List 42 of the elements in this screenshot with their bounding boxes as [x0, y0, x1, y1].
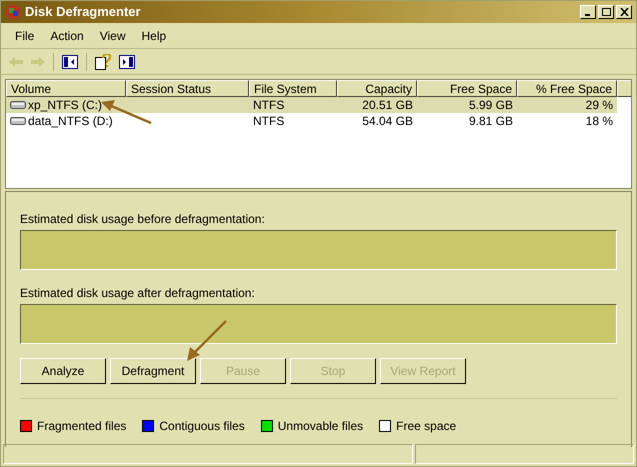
menu-item[interactable]: Help [136, 26, 172, 44]
column-header[interactable]: Volume [6, 80, 126, 97]
maximize-button[interactable] [598, 5, 614, 19]
legend-label: Contiguous files [159, 418, 245, 435]
menu-item[interactable]: File [9, 26, 40, 44]
column-header[interactable]: Session Status [126, 80, 249, 97]
drive-icon [10, 116, 26, 126]
table-cell-text: NTFS [253, 113, 284, 130]
action-button[interactable]: Analyze [20, 358, 106, 384]
column-header[interactable]: Capacity [337, 80, 417, 97]
minimize-button[interactable] [580, 5, 596, 19]
table-cell-text: 18 % [586, 113, 613, 130]
legend-label: Free space [396, 418, 456, 435]
column-header[interactable]: Free Space [417, 80, 517, 97]
column-header[interactable]: % Free Space [517, 80, 617, 97]
action-pane-icon[interactable] [119, 54, 135, 68]
legend-label: Unmovable files [278, 418, 364, 435]
help-icon[interactable] [95, 54, 111, 70]
volume-row[interactable]: xp_NTFS (C:) NTFS 20.51 GB 5.99 GB 29 % [6, 97, 617, 113]
table-cell-text: xp_NTFS (C:) [28, 97, 102, 114]
close-icon [620, 8, 628, 16]
table-cell-text: 54.04 GB [362, 113, 413, 130]
table-cell-text: NTFS [253, 97, 284, 114]
table-cell-text: 5.99 GB [468, 97, 513, 114]
table-cell-text: 29 % [586, 97, 613, 114]
table-cell-text: 20.51 GB [362, 97, 413, 114]
usage-label: Estimated disk usage before defragmentation: [20, 211, 266, 228]
close-button[interactable] [616, 5, 632, 19]
menu-item[interactable]: Action [44, 26, 90, 44]
table-cell-text: data_NTFS (D:) [28, 113, 113, 130]
app-icon [5, 4, 21, 20]
column-header[interactable]: File System [249, 80, 337, 97]
maximize-icon [602, 8, 610, 16]
console-tree-icon[interactable] [62, 54, 78, 68]
annotation-arrow [187, 320, 227, 361]
action-button[interactable]: Defragment [110, 358, 196, 384]
window-title: Disk Defragmenter [25, 3, 141, 22]
drive-icon [10, 100, 26, 110]
menu-item[interactable]: View [94, 26, 132, 44]
legend-label: Fragmented files [37, 418, 126, 435]
table-cell-text: 9.81 GB [468, 113, 513, 130]
usage-label: Estimated disk usage after defragmentation: [20, 285, 256, 302]
